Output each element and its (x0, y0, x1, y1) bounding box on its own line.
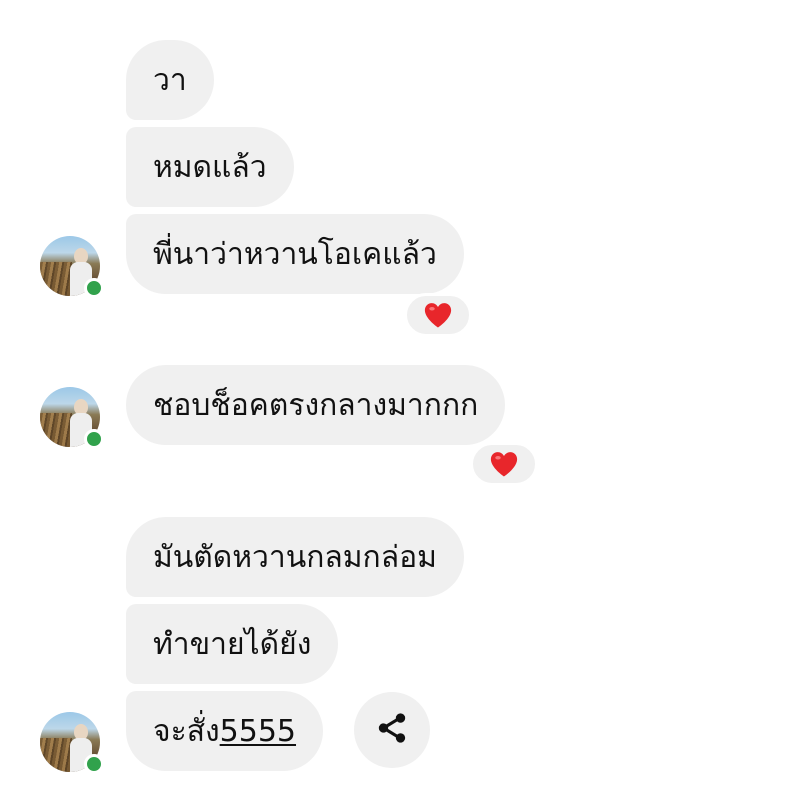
heart-icon (489, 450, 519, 478)
share-icon (375, 711, 409, 749)
avatar[interactable] (40, 387, 104, 449)
online-status-icon (84, 429, 104, 449)
chat-thread: วา หมดแล้ว พี่นาว่าหวานโอเคแล้ว ชอบช็อคต… (0, 0, 800, 800)
message-bubble[interactable]: จะสั่ง 5555 (126, 691, 324, 771)
online-status-icon (84, 754, 104, 774)
message-text: จะสั่ง (153, 713, 220, 749)
message-text: ทำขายได้ยัง (153, 626, 312, 662)
message-link[interactable]: 5555 (220, 714, 296, 749)
message-text: วา (153, 62, 187, 98)
message-bubble[interactable]: หมดแล้ว (126, 127, 294, 207)
message-bubble[interactable]: มันตัดหวานกลมกล่อม (126, 517, 464, 597)
message-text: หมดแล้ว (153, 149, 267, 185)
reaction-badge[interactable] (470, 442, 538, 486)
online-status-icon (84, 278, 104, 298)
message-text: พี่นาว่าหวานโอเคแล้ว (153, 236, 437, 272)
message-bubble[interactable]: ชอบช็อคตรงกลางมากกก (126, 365, 506, 445)
message-text: ชอบช็อคตรงกลางมากกก (153, 387, 479, 423)
message-bubble[interactable]: พี่นาว่าหวานโอเคแล้ว (126, 214, 464, 294)
message-bubble[interactable]: ทำขายได้ยัง (126, 604, 339, 684)
share-button[interactable] (354, 692, 430, 768)
avatar[interactable] (40, 236, 104, 298)
avatar[interactable] (40, 712, 104, 774)
message-text: มันตัดหวานกลมกล่อม (153, 539, 437, 575)
reaction-badge[interactable] (404, 293, 472, 337)
heart-icon (423, 301, 453, 329)
message-bubble[interactable]: วา (126, 40, 214, 120)
